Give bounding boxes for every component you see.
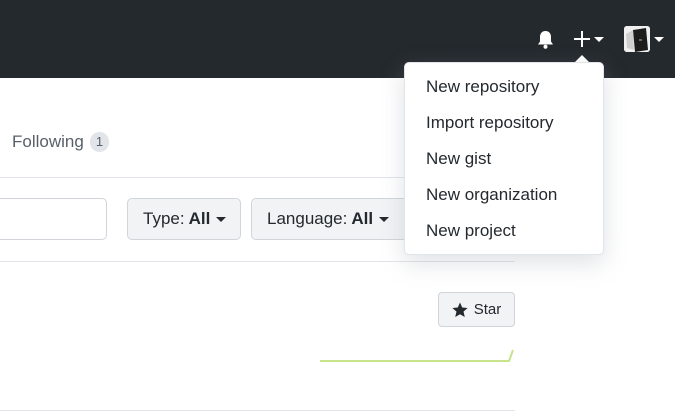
menu-item-new-repository[interactable]: New repository — [405, 69, 603, 105]
repository-search-input[interactable] — [0, 198, 107, 240]
chevron-down-icon — [654, 37, 664, 42]
create-new-button[interactable] — [570, 28, 606, 50]
chevron-down-icon — [379, 216, 390, 222]
following-label: Following — [12, 132, 84, 151]
avatar — [624, 26, 650, 52]
filter-divider — [0, 261, 515, 262]
tab-following[interactable]: Following 1 — [12, 132, 110, 152]
plus-icon — [574, 31, 590, 47]
type-filter-label: Type: — [143, 209, 185, 228]
star-button[interactable]: Star — [438, 292, 515, 327]
language-filter-label: Language: — [267, 209, 348, 228]
menu-item-import-repository[interactable]: Import repository — [405, 105, 603, 141]
menu-item-new-gist[interactable]: New gist — [405, 141, 603, 177]
chevron-down-icon — [216, 216, 227, 222]
repo-divider — [0, 410, 515, 411]
chevron-down-icon — [594, 37, 604, 42]
menu-item-new-organization[interactable]: New organization — [405, 177, 603, 213]
bell-icon[interactable] — [535, 29, 556, 50]
type-filter-value: All — [188, 209, 211, 228]
star-label: Star — [473, 301, 502, 318]
type-filter-button[interactable]: Type: All — [127, 198, 241, 240]
star-icon — [452, 302, 468, 317]
create-new-menu: New repository Import repository New gis… — [404, 62, 604, 255]
user-menu-button[interactable] — [622, 26, 666, 54]
following-count-badge: 1 — [89, 132, 110, 152]
language-filter-button[interactable]: Language: All — [251, 198, 411, 240]
activity-sparkline — [320, 349, 514, 362]
menu-item-new-project[interactable]: New project — [405, 213, 603, 249]
language-filter-value: All — [351, 209, 374, 228]
